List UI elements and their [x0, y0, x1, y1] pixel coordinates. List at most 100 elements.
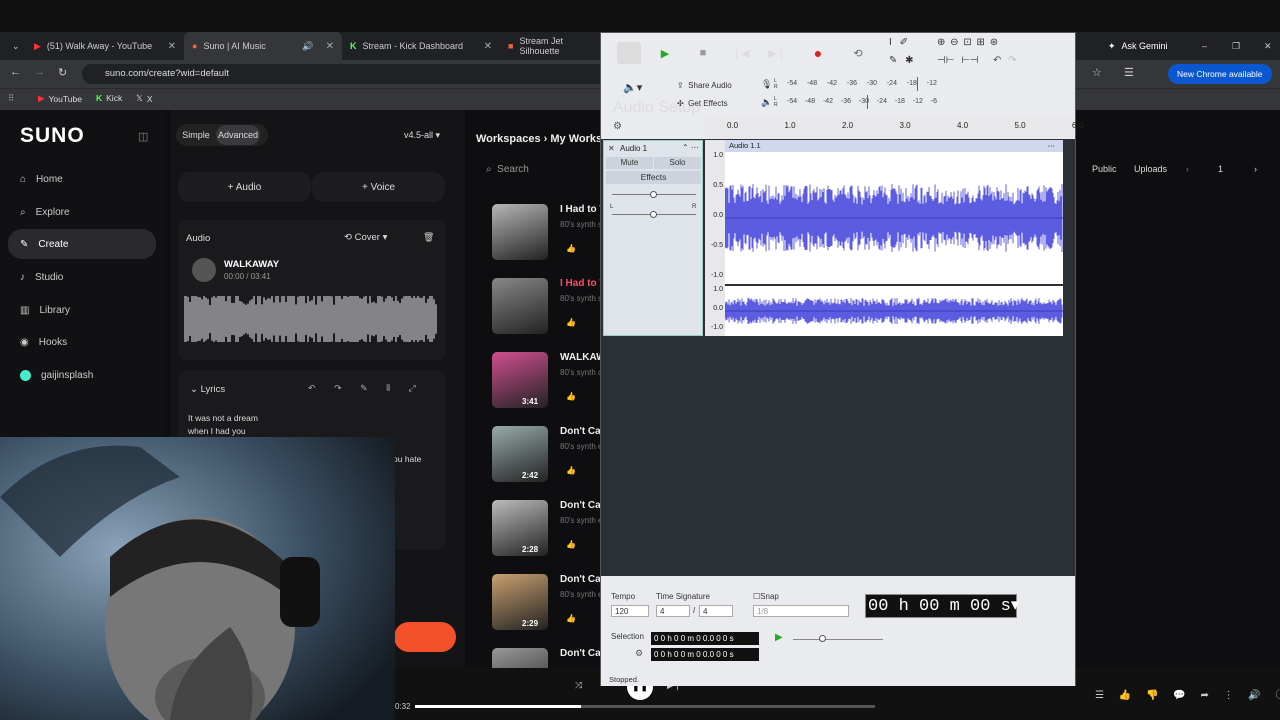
selection-options-icon[interactable]: ⚙	[635, 648, 643, 659]
speaker-icon[interactable]: 🔈	[761, 97, 772, 108]
zoom-out-icon[interactable]: ⊖	[950, 37, 958, 48]
zoom-toggle-icon[interactable]: ⊛	[990, 37, 998, 48]
bookmark-youtube[interactable]: ▶ YouTube	[38, 93, 82, 104]
create-button[interactable]	[394, 622, 456, 652]
version-select[interactable]: v4.5-all ▾	[396, 125, 448, 145]
song-thumbnail[interactable]	[492, 278, 548, 334]
lyrics-structure-icon[interactable]: ⫴	[386, 383, 390, 393]
undo-icon[interactable]: ↶	[993, 55, 1001, 66]
select-tool-icon[interactable]: I	[889, 37, 892, 48]
nav-library[interactable]: ▥ Library	[8, 295, 156, 325]
edit-icon[interactable]: ✎	[360, 383, 368, 393]
lyrics-toggle[interactable]: ⌄ Lyrics	[190, 384, 225, 395]
nav-home[interactable]: ⌂ Home	[8, 164, 156, 194]
zoom-in-icon[interactable]: ⊕	[937, 37, 945, 48]
dislike-icon[interactable]: 👎	[1146, 690, 1158, 701]
apps-icon[interactable]: ⠿	[8, 93, 14, 104]
minimize-icon[interactable]: –	[1194, 32, 1212, 60]
song-thumbnail[interactable]	[492, 204, 548, 260]
track-waveform[interactable]	[184, 296, 438, 342]
timeline-ruler[interactable]: 0.0 1.0 2.0 3.0 4.0 5.0 6.0	[705, 118, 1083, 138]
multi-tool-icon[interactable]: ✱	[905, 55, 913, 66]
lyrics-line[interactable]: ou hate	[393, 454, 421, 464]
reading-list-icon[interactable]: ☰	[1124, 66, 1134, 79]
tab-kick[interactable]: K Stream - Kick Dashboard ✕	[342, 32, 500, 60]
add-audio-button[interactable]: + Audio	[178, 172, 311, 202]
snap-select[interactable]: 1/8	[753, 605, 849, 617]
waveform-left[interactable]	[725, 152, 1063, 284]
add-voice-button[interactable]: + Voice	[312, 172, 445, 202]
uploads-filter[interactable]: Uploads	[1134, 164, 1167, 174]
play-speed-slider[interactable]	[793, 639, 883, 640]
fit-selection-icon[interactable]: ⊡	[963, 37, 971, 48]
effects-button[interactable]: Effects	[606, 171, 701, 184]
tempo-input[interactable]: 120	[611, 605, 649, 617]
close-icon[interactable]: ✕	[326, 41, 334, 52]
close-track-icon[interactable]: ✕	[608, 144, 615, 153]
pan-thumb[interactable]	[650, 211, 657, 218]
envelope-tool-icon[interactable]: ✐	[900, 37, 908, 48]
draw-tool-icon[interactable]: ✎	[889, 55, 897, 66]
play-at-speed-button[interactable]: ▶	[775, 632, 783, 643]
snap-checkbox[interactable]: ☐Snap	[753, 592, 779, 601]
public-filter[interactable]: Public	[1092, 164, 1117, 174]
bookmark-kick[interactable]: K Kick	[96, 93, 122, 103]
expand-icon[interactable]: ⤢	[408, 383, 415, 393]
bookmark-star-icon[interactable]: ☆	[1092, 66, 1102, 79]
share-audio-button[interactable]: ⇪ Share Audio	[677, 81, 732, 90]
selection-end[interactable]: 0 0 h 0 0 m 0 0.0 0 0 s	[651, 648, 759, 661]
nav-explore[interactable]: ⌕ Explore	[8, 197, 156, 227]
close-icon[interactable]: ✕	[168, 41, 176, 52]
collapse-sidebar-icon[interactable]: ◫	[138, 130, 148, 143]
silence-icon[interactable]: ⊢⊣	[961, 55, 978, 66]
redo-icon[interactable]: ↷	[334, 383, 342, 393]
nav-create[interactable]: ✎ Create	[8, 229, 156, 259]
like-icon[interactable]: 👍	[1119, 690, 1131, 701]
like-icon[interactable]: 👍	[566, 540, 576, 549]
song-row[interactable]: 2:42 Don't Call 80's synth e 👍	[492, 426, 606, 492]
nav-profile[interactable]: gaijinsplash	[8, 360, 156, 390]
stop-button[interactable]: ■	[691, 42, 715, 64]
clip-menu-icon[interactable]: ⋯	[1048, 140, 1056, 152]
next-page-icon[interactable]: ›	[1254, 164, 1257, 174]
track-cover-image[interactable]	[192, 258, 216, 282]
track-menu-icon[interactable]: ⌃ ⋯	[682, 143, 699, 152]
speaker-icon[interactable]: 🔊	[302, 41, 313, 52]
record-meter[interactable]: -54 -48 -42 -36 -30 -24 -18 -12	[787, 80, 937, 87]
volume-icon[interactable]: 🔊	[1248, 690, 1260, 701]
song-thumbnail[interactable]	[492, 426, 548, 482]
time-display[interactable]: 00 h 00 m 00 s▾	[865, 594, 1019, 618]
vertical-scale[interactable]: 1.0 0.5 0.0 -0.5 -1.0 1.0 0.0 -1.0	[705, 140, 725, 336]
song-row[interactable]: 2:28 Don't Call 80's synth e 👍	[492, 500, 606, 566]
back-icon[interactable]: ←	[10, 66, 21, 78]
lyrics-line[interactable]: when I had you	[188, 426, 246, 436]
undo-icon[interactable]: ↶	[308, 383, 316, 393]
track-name[interactable]: Audio 1	[620, 144, 647, 153]
loop-button[interactable]: ⟲	[846, 42, 870, 64]
song-row[interactable]: I Had to W 80's synth s 👍	[492, 204, 609, 270]
cover-select[interactable]: ⟲ Cover ▾	[344, 232, 387, 243]
time-signature-numerator[interactable]: 4	[656, 605, 690, 617]
playback-meter[interactable]: -54 -48 -42 -36 -30 -24 -18 -12 -6	[787, 98, 937, 105]
share-icon[interactable]: ➦	[1200, 690, 1208, 701]
tab-search-button[interactable]: ⌄	[4, 32, 26, 60]
time-signature-denominator[interactable]: 4	[699, 605, 733, 617]
pause-button[interactable]: ❚❚	[617, 42, 641, 64]
ask-gemini-button[interactable]: ✦ Ask Gemini	[1100, 32, 1180, 60]
audio-setup-icon[interactable]: 🔈▾	[623, 81, 642, 94]
skip-start-button[interactable]: ❘◀	[729, 42, 753, 64]
bookmark-x[interactable]: 𝕏X	[136, 93, 153, 104]
window-close-icon[interactable]: ✕	[1256, 32, 1274, 60]
maximize-icon[interactable]: ❐	[1224, 32, 1242, 60]
progress-track[interactable]	[415, 705, 875, 708]
suno-logo[interactable]: SUNO	[20, 124, 85, 148]
chrome-update-button[interactable]: New Chrome available ⋮	[1168, 64, 1272, 99]
like-icon[interactable]: 👍	[566, 614, 576, 623]
mute-button[interactable]: Mute	[606, 157, 653, 169]
song-title[interactable]: WALKAW	[560, 352, 606, 363]
timeline-options-icon[interactable]: ⚙	[613, 121, 622, 132]
song-thumbnail[interactable]	[492, 574, 548, 630]
lyrics-line[interactable]: It was not a dream	[188, 413, 258, 423]
delete-icon[interactable]: 🗑	[423, 232, 434, 243]
song-row[interactable]: I Had to W 80's synth s 👍	[492, 278, 609, 344]
